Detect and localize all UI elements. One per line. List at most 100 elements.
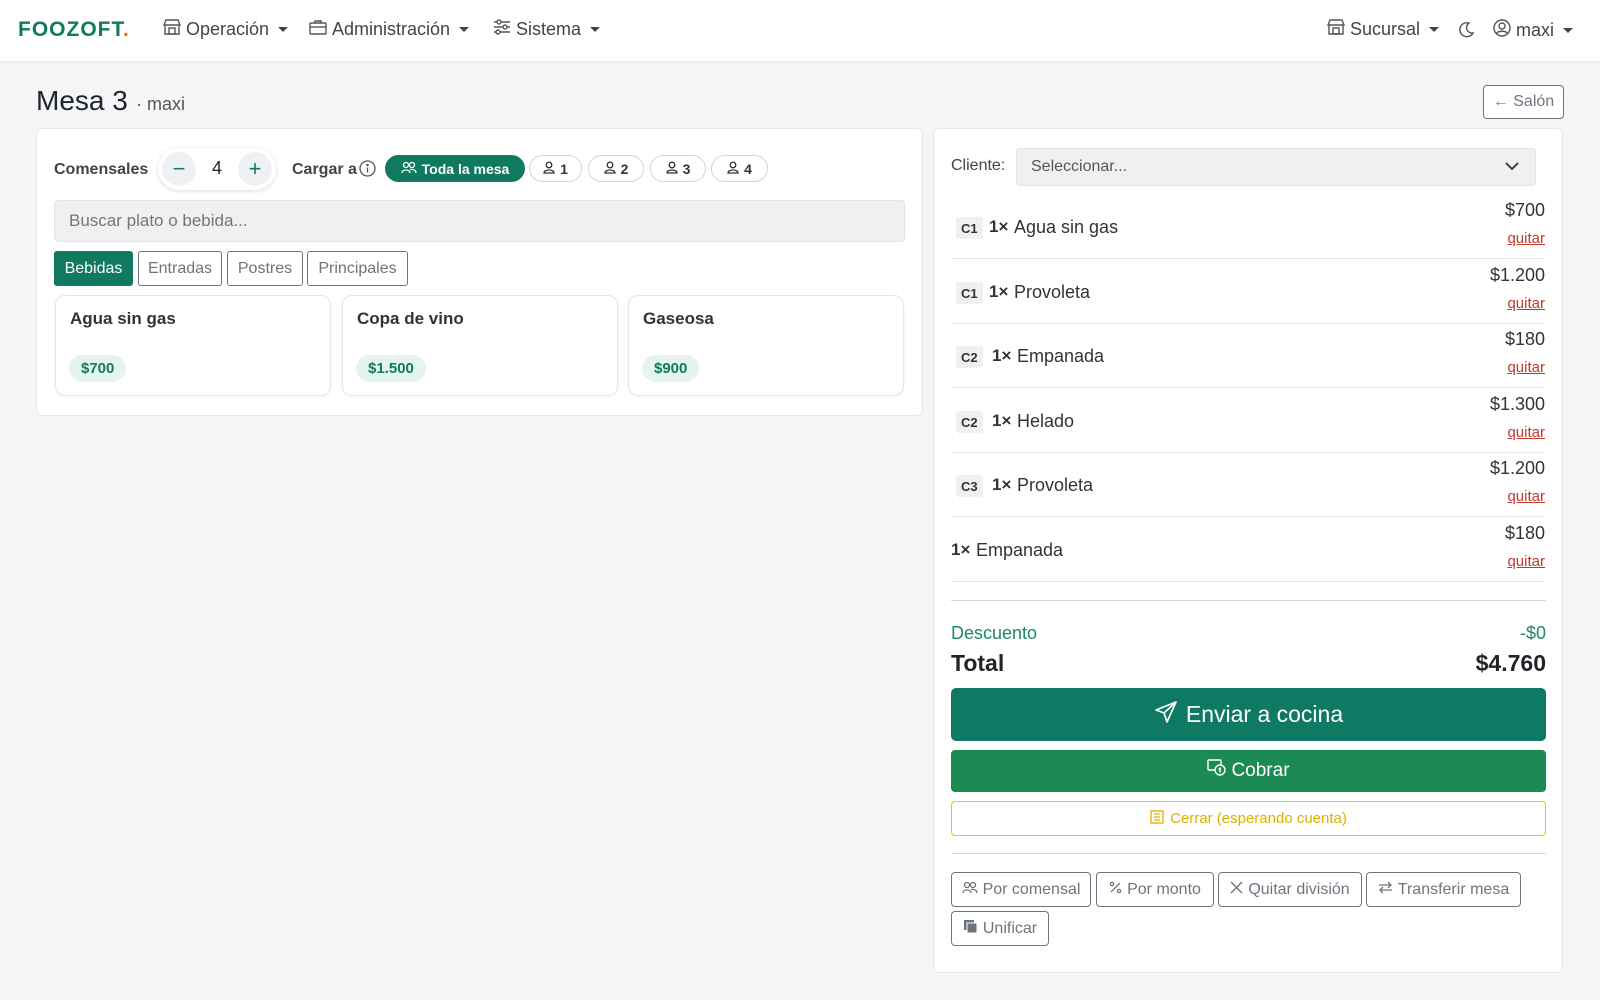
diner-badge: C3 xyxy=(956,475,983,497)
load-to-diner-2[interactable]: 2 xyxy=(588,155,644,182)
item-quantity: 1× xyxy=(989,282,1009,301)
nav-administracion[interactable]: Administración xyxy=(309,19,470,40)
client-label: Cliente: xyxy=(951,157,1006,174)
item-name: Helado xyxy=(1017,411,1075,431)
user-icon xyxy=(603,161,621,177)
item-name: Agua sin gas xyxy=(1014,217,1119,237)
charge-button[interactable]: Cobrar xyxy=(951,750,1546,792)
product-name: Copa de vino xyxy=(357,309,464,328)
page-title: Mesa 3 xyxy=(36,85,128,116)
nav-user[interactable]: maxi xyxy=(1493,19,1574,42)
diner-badge: C1 xyxy=(956,282,983,304)
close-table-button[interactable]: Cerrar (esperando cuenta) xyxy=(951,801,1546,836)
load-to-label: Cargar a xyxy=(292,161,357,178)
remove-item-link[interactable]: quitar xyxy=(1507,359,1545,376)
item-quantity: 1× xyxy=(992,411,1012,430)
users-icon xyxy=(401,161,422,177)
product-card[interactable]: Agua sin gas $700 xyxy=(55,295,331,396)
category-entradas[interactable]: Entradas xyxy=(138,251,222,286)
cash-icon xyxy=(1207,759,1231,783)
item-price: $180 xyxy=(1504,523,1545,543)
client-select[interactable]: Seleccionar... xyxy=(1016,148,1536,186)
order-item-row: C2 1× Empanada $180 quitar xyxy=(951,324,1545,388)
product-card[interactable]: Copa de vino $1.500 xyxy=(342,295,618,396)
close-icon xyxy=(1230,881,1248,899)
item-quantity: 1× xyxy=(951,540,971,559)
order-item-row: C1 1× Provoleta $1.200 quitar xyxy=(951,260,1545,324)
nav-sistema[interactable]: Sistema xyxy=(493,19,601,40)
item-quantity: 1× xyxy=(989,217,1009,236)
item-name: Empanada xyxy=(976,540,1064,560)
product-price: $700 xyxy=(69,355,127,382)
product-price: $1.500 xyxy=(356,355,426,382)
increase-diners-button[interactable]: + xyxy=(238,152,272,186)
load-to-diner-3[interactable]: 3 xyxy=(650,155,706,182)
receipt-icon xyxy=(1150,809,1170,828)
remove-item-link[interactable]: quitar xyxy=(1507,295,1545,312)
load-to-whole-table[interactable]: Toda la mesa xyxy=(385,155,525,182)
order-item-row: 1× Empanada $180 quitar xyxy=(951,518,1545,582)
copy-icon xyxy=(963,919,983,939)
order-item-row: C1 1× Agua sin gas $700 quitar xyxy=(951,195,1545,259)
briefcase-icon xyxy=(309,19,332,40)
load-to-diner-1[interactable]: 1 xyxy=(529,155,582,182)
item-name: Provoleta xyxy=(1017,475,1094,495)
remove-item-link[interactable]: quitar xyxy=(1507,424,1545,441)
diner-badge: C2 xyxy=(956,411,983,433)
store-icon xyxy=(1326,19,1350,40)
nav-operacion[interactable]: Operación xyxy=(162,19,289,40)
category-postres[interactable]: Postres xyxy=(227,251,303,286)
user-circle-icon xyxy=(1493,19,1516,42)
user-icon xyxy=(727,161,744,177)
load-to-diner-4[interactable]: 4 xyxy=(711,155,768,182)
order-item-row: C2 1× Helado $1.300 quitar xyxy=(951,389,1545,453)
user-icon xyxy=(665,161,683,177)
item-price: $1.200 xyxy=(1489,458,1545,478)
remove-item-link[interactable]: quitar xyxy=(1507,553,1545,570)
diners-count: 4 xyxy=(211,158,222,178)
item-price: $180 xyxy=(1504,329,1545,349)
moon-icon[interactable] xyxy=(1458,21,1480,38)
diner-badge: C2 xyxy=(956,346,983,368)
order-item-row: C3 1× Provoleta $1.200 quitar xyxy=(951,453,1545,517)
item-quantity: 1× xyxy=(992,475,1012,494)
divider xyxy=(951,853,1546,854)
nav-sucursal[interactable]: Sucursal xyxy=(1326,19,1440,40)
split-by-diner-button[interactable]: Por comensal xyxy=(951,872,1091,907)
sliders-icon xyxy=(493,19,516,40)
item-price: $700 xyxy=(1504,200,1545,220)
remove-split-button[interactable]: Quitar división xyxy=(1218,872,1362,907)
item-name: Provoleta xyxy=(1014,282,1091,302)
back-to-salon-button[interactable]: ← Salón xyxy=(1483,85,1564,119)
item-name: Empanada xyxy=(1017,346,1105,366)
item-price: $1.300 xyxy=(1489,394,1545,414)
product-price: $900 xyxy=(642,355,700,382)
arrows-exchange-icon xyxy=(1378,881,1398,899)
transfer-table-button[interactable]: Transferir mesa xyxy=(1366,872,1521,907)
merge-button[interactable]: Unificar xyxy=(951,911,1049,946)
send-to-kitchen-button[interactable]: Enviar a cocina xyxy=(951,688,1546,741)
top-navbar: FOOZOFT. Operación Administración Sistem… xyxy=(0,0,1600,61)
remove-item-link[interactable]: quitar xyxy=(1507,488,1545,505)
diner-badge: C1 xyxy=(956,217,983,239)
decrease-diners-button[interactable]: − xyxy=(162,152,196,186)
diners-stepper: − 4 + xyxy=(158,148,276,190)
discount-label: Descuento xyxy=(951,623,1038,643)
product-search-input[interactable] xyxy=(54,200,905,242)
diners-label: Comensales xyxy=(54,161,149,178)
brand-logo[interactable]: FOOZOFT. xyxy=(18,18,130,42)
product-card[interactable]: Gaseosa $900 xyxy=(628,295,904,396)
remove-item-link[interactable]: quitar xyxy=(1507,230,1545,247)
product-name: Agua sin gas xyxy=(70,309,176,328)
total-label: Total xyxy=(951,650,1005,676)
divider xyxy=(951,600,1546,601)
store-icon xyxy=(162,19,186,40)
split-by-amount-button[interactable]: Por monto xyxy=(1096,872,1214,907)
total-value: $4.760 xyxy=(1475,650,1546,676)
category-principales[interactable]: Principales xyxy=(307,251,408,286)
item-price: $1.200 xyxy=(1489,265,1545,285)
info-icon[interactable] xyxy=(359,160,376,182)
page-subtitle: · maxi xyxy=(136,94,185,114)
category-bebidas[interactable]: Bebidas xyxy=(54,251,133,286)
send-icon xyxy=(1154,700,1186,730)
